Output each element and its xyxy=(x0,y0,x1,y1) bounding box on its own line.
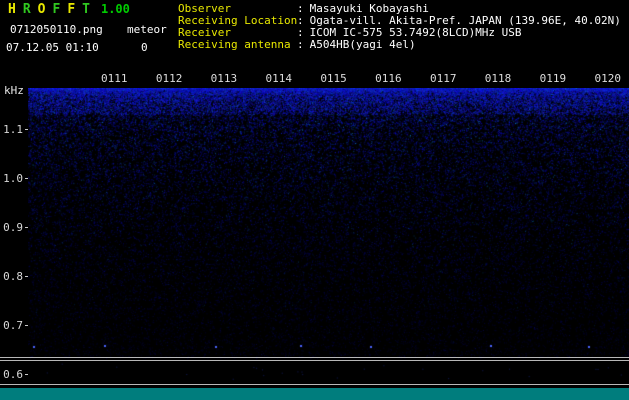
time-axis: 0111 0112 0113 0114 0115 0116 0117 0118 … xyxy=(101,72,621,85)
app-title-letter: O xyxy=(38,2,46,17)
time-tick-label: 0114 xyxy=(265,72,292,85)
output-filename: 0712050110.png xyxy=(10,23,103,36)
info-value: A504HB(yagi 4el) xyxy=(310,38,416,51)
time-tick-label: 0119 xyxy=(540,72,567,85)
time-tick-label: 0111 xyxy=(101,72,128,85)
freq-tick-label: 0.6 xyxy=(2,368,23,381)
panel-separator-line xyxy=(0,360,629,361)
freq-tick-label: 1.0 xyxy=(2,172,23,185)
meteor-count-value: 0 xyxy=(141,41,148,54)
time-tick-label: 0117 xyxy=(430,72,457,85)
panel-separator-line xyxy=(0,384,629,385)
app-title-letter: R xyxy=(23,2,31,17)
app-title-letter: T xyxy=(82,2,90,17)
info-label: Receiving antenna xyxy=(178,39,297,51)
freq-tick-label: 1.1 xyxy=(2,123,23,136)
signal-level-bar xyxy=(0,388,629,400)
record-datetime: 07.12.05 01:10 xyxy=(6,41,99,54)
frequency-axis-unit: kHz xyxy=(4,84,24,97)
app-version: 1.00 xyxy=(101,2,130,16)
time-tick-label: 0113 xyxy=(211,72,238,85)
app-title-letter: H xyxy=(8,2,16,17)
info-colon: : xyxy=(297,38,304,51)
app-title-letter: F xyxy=(67,2,75,17)
hrofft-screen: H R O F F T 1.00 0712050110.png meteor 07.12.0… xyxy=(0,0,629,400)
time-tick-label: 0115 xyxy=(320,72,347,85)
spectrogram-canvas xyxy=(28,88,629,384)
time-tick-label: 0120 xyxy=(594,72,621,85)
panel-separator-line xyxy=(0,357,629,358)
station-info: Observer: Masayuki Kobayashi Receiving Lo… xyxy=(178,3,621,51)
freq-tick-label: 0.7 xyxy=(2,319,23,332)
app-title: H R O F F T 1.00 xyxy=(8,2,130,17)
time-tick-label: 0116 xyxy=(375,72,402,85)
time-tick-label: 0112 xyxy=(156,72,183,85)
freq-tick-label: 0.8 xyxy=(2,270,23,283)
time-tick-label: 0118 xyxy=(485,72,512,85)
info-line-antenna: Receiving antenna: A504HB(yagi 4el) xyxy=(178,39,621,51)
meteor-count-label: meteor xyxy=(127,23,167,36)
app-title-letter: F xyxy=(52,2,60,17)
freq-tick-label: 0.9 xyxy=(2,221,23,234)
